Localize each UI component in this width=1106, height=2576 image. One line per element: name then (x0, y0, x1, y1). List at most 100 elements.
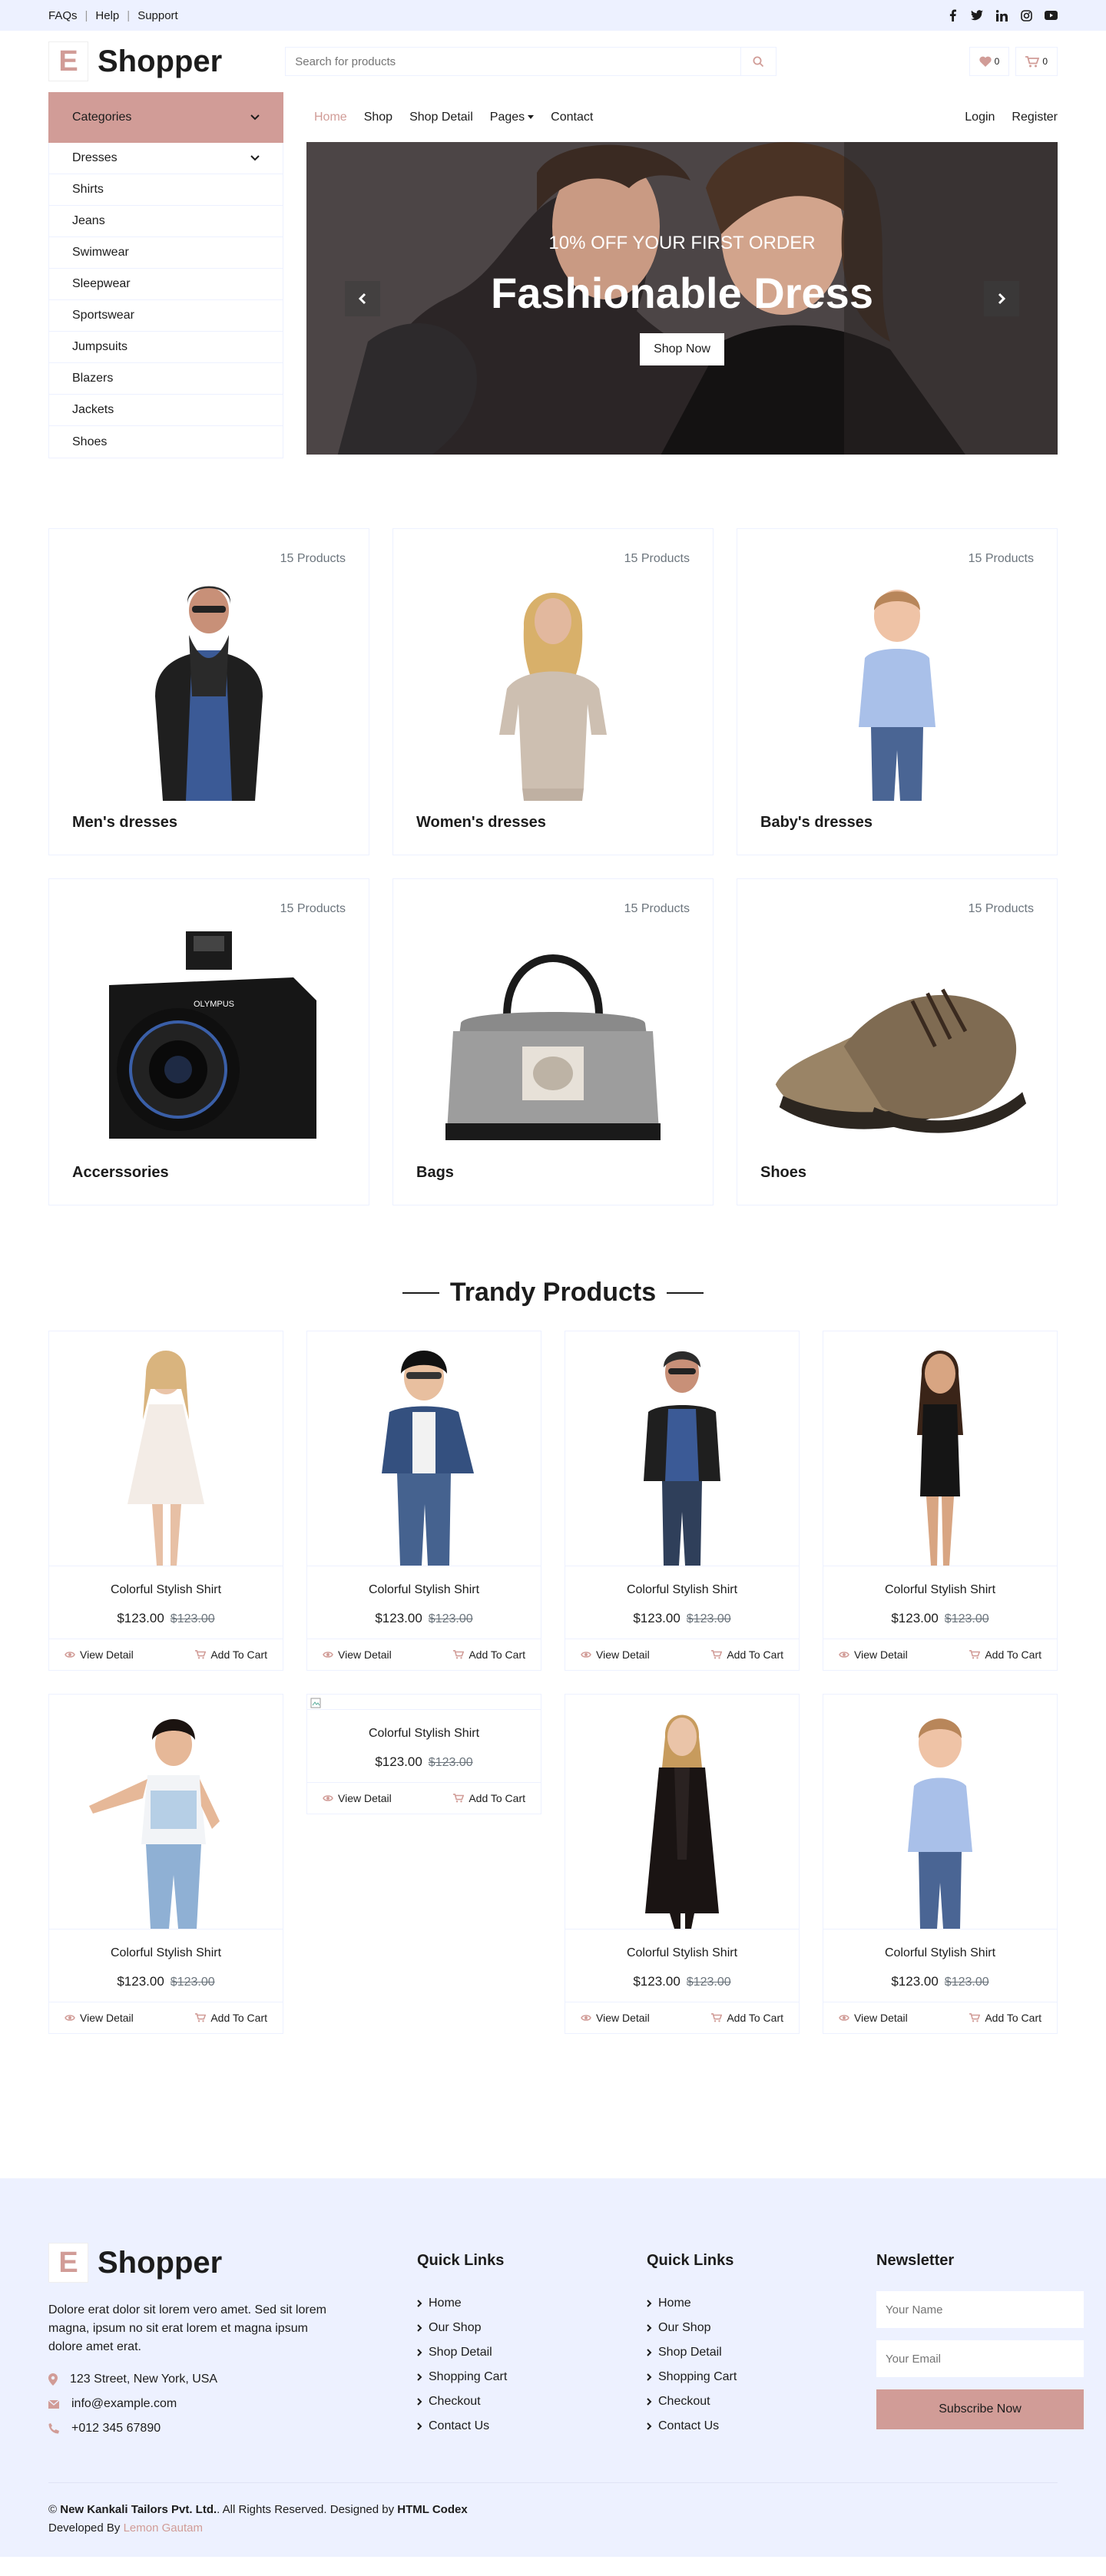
product-card[interactable]: Colorful Stylish Shirt $123.00 $123.00 Vie… (306, 1694, 541, 1814)
footer-link-shopping-cart[interactable]: Shopping Cart (647, 2365, 737, 2389)
category-card[interactable]: 15 Products Shoes (737, 878, 1058, 1205)
add-to-cart-button[interactable]: Add To Cart (195, 2012, 267, 2024)
view-detail-button[interactable]: View Detail (581, 1648, 650, 1661)
category-card[interactable]: 15 Products Baby's dresses (737, 528, 1058, 855)
category-item-shoes[interactable]: Shoes (49, 426, 283, 458)
view-detail-button[interactable]: View Detail (839, 2012, 908, 2024)
site-logo[interactable]: E Shopper (48, 41, 222, 81)
nav-contact[interactable]: Contact (551, 111, 593, 124)
footer-logo[interactable]: E Shopper (48, 2243, 340, 2283)
category-image (416, 931, 690, 1151)
footer-link-shop-detail[interactable]: Shop Detail (417, 2340, 507, 2365)
add-to-cart-button[interactable]: Add To Cart (453, 1648, 525, 1661)
footer-link-shopping-cart[interactable]: Shopping Cart (417, 2365, 507, 2389)
newsletter-name-input[interactable] (876, 2291, 1084, 2328)
category-item-sportswear[interactable]: Sportswear (49, 300, 283, 332)
facebook-icon[interactable] (945, 8, 959, 22)
view-detail-button[interactable]: View Detail (581, 2012, 650, 2024)
view-detail-button[interactable]: View Detail (323, 1792, 392, 1804)
add-to-cart-button[interactable]: Add To Cart (969, 1648, 1041, 1661)
product-card[interactable]: Colorful Stylish Shirt $123.00 $123.00 Vie… (823, 1331, 1058, 1671)
register-link[interactable]: Register (1012, 111, 1058, 124)
category-item-sleepwear[interactable]: Sleepwear (49, 269, 283, 300)
faqs-link[interactable]: FAQs (48, 9, 78, 22)
footer-link-contact-us[interactable]: Contact Us (647, 2414, 737, 2439)
cart-icon (969, 1650, 981, 1659)
product-card[interactable]: Colorful Stylish Shirt $123.00 $123.00 Vie… (306, 1331, 541, 1671)
address-text: 123 Street, New York, USA (70, 2373, 218, 2386)
product-old-price: $123.00 (170, 1612, 215, 1625)
add-to-cart-button[interactable]: Add To Cart (969, 2012, 1041, 2024)
shop-now-button[interactable]: Shop Now (640, 333, 724, 366)
search-input[interactable] (286, 48, 741, 75)
category-item-jackets[interactable]: Jackets (49, 395, 283, 426)
category-item-dresses[interactable]: Dresses (49, 143, 283, 174)
wishlist-button[interactable]: 0 (969, 47, 1010, 76)
category-item-shirts[interactable]: Shirts (49, 174, 283, 206)
view-detail-button[interactable]: View Detail (839, 1648, 908, 1661)
company-link[interactable]: New Kankali Tailors Pvt. Ltd. (60, 2503, 217, 2516)
product-name[interactable]: Colorful Stylish Shirt (307, 1727, 541, 1741)
add-to-cart-button[interactable]: Add To Cart (195, 1648, 267, 1661)
footer-link-shop-detail[interactable]: Shop Detail (647, 2340, 737, 2365)
add-to-cart-button[interactable]: Add To Cart (453, 1792, 525, 1804)
developer-link[interactable]: Lemon Gautam (124, 2521, 203, 2535)
footer-link-checkout[interactable]: Checkout (417, 2389, 507, 2414)
category-card[interactable]: 15 Products OLYMPUS Accerssories (48, 878, 369, 1205)
footer-link-checkout[interactable]: Checkout (647, 2389, 737, 2414)
product-name[interactable]: Colorful Stylish Shirt (823, 1946, 1057, 1960)
product-card[interactable]: Colorful Stylish Shirt $123.00 $123.00 Vie… (565, 1694, 800, 2034)
login-link[interactable]: Login (965, 111, 995, 124)
footer-link-contact-us[interactable]: Contact Us (417, 2414, 507, 2439)
nav-shop[interactable]: Shop (364, 111, 392, 124)
view-detail-button[interactable]: View Detail (65, 1648, 134, 1661)
product-card[interactable]: Colorful Stylish Shirt $123.00 $123.00 Vie… (48, 1331, 283, 1671)
nav-shop-detail[interactable]: Shop Detail (409, 111, 473, 124)
heart-icon (979, 56, 992, 67)
youtube-icon[interactable] (1044, 8, 1058, 22)
subscribe-button[interactable]: Subscribe Now (876, 2389, 1084, 2429)
carousel-prev-button[interactable] (345, 281, 380, 317)
add-to-cart-button[interactable]: Add To Cart (711, 1648, 783, 1661)
footer-link-our-shop[interactable]: Our Shop (647, 2316, 737, 2340)
categories-toggle[interactable]: Categories (48, 92, 283, 143)
product-card[interactable]: Colorful Stylish Shirt $123.00 $123.00 Vie… (48, 1694, 283, 2034)
cart-button[interactable]: 0 (1015, 47, 1058, 76)
product-name[interactable]: Colorful Stylish Shirt (49, 1583, 283, 1597)
nav-home[interactable]: Home (314, 111, 347, 124)
linkedin-icon[interactable] (995, 8, 1008, 22)
category-item-blazers[interactable]: Blazers (49, 363, 283, 395)
category-label: Shirts (72, 183, 104, 196)
category-item-jeans[interactable]: Jeans (49, 206, 283, 237)
category-item-jumpsuits[interactable]: Jumpsuits (49, 332, 283, 363)
product-name[interactable]: Colorful Stylish Shirt (823, 1583, 1057, 1597)
nav-pages[interactable]: Pages (490, 111, 535, 124)
footer-link-our-shop[interactable]: Our Shop (417, 2316, 507, 2340)
cart-count: 0 (1042, 56, 1048, 67)
view-detail-button[interactable]: View Detail (323, 1648, 392, 1661)
category-item-swimwear[interactable]: Swimwear (49, 237, 283, 269)
search-button[interactable] (740, 48, 776, 75)
twitter-icon[interactable] (970, 8, 984, 22)
newsletter-email-input[interactable] (876, 2340, 1084, 2377)
category-card[interactable]: 15 Products Men's dresses (48, 528, 369, 855)
product-card[interactable]: Colorful Stylish Shirt $123.00 $123.00 Vie… (823, 1694, 1058, 2034)
product-name[interactable]: Colorful Stylish Shirt (565, 1946, 799, 1960)
add-to-cart-button[interactable]: Add To Cart (711, 2012, 783, 2024)
product-name[interactable]: Colorful Stylish Shirt (49, 1946, 283, 1960)
category-card[interactable]: 15 Products Bags (392, 878, 714, 1205)
footer-link-home[interactable]: Home (417, 2291, 507, 2316)
eye-icon (839, 2015, 849, 2021)
footer-link-home[interactable]: Home (647, 2291, 737, 2316)
product-card[interactable]: Colorful Stylish Shirt $123.00 $123.00 Vie… (565, 1331, 800, 1671)
product-name[interactable]: Colorful Stylish Shirt (565, 1583, 799, 1597)
carousel-next-button[interactable] (984, 281, 1019, 317)
designer-link[interactable]: HTML Codex (397, 2503, 467, 2516)
instagram-icon[interactable] (1019, 8, 1033, 22)
product-name[interactable]: Colorful Stylish Shirt (307, 1583, 541, 1597)
category-label: Jackets (72, 403, 114, 416)
help-link[interactable]: Help (95, 9, 119, 22)
view-detail-button[interactable]: View Detail (65, 2012, 134, 2024)
category-card[interactable]: 15 Products Women's dresses (392, 528, 714, 855)
support-link[interactable]: Support (137, 9, 178, 22)
